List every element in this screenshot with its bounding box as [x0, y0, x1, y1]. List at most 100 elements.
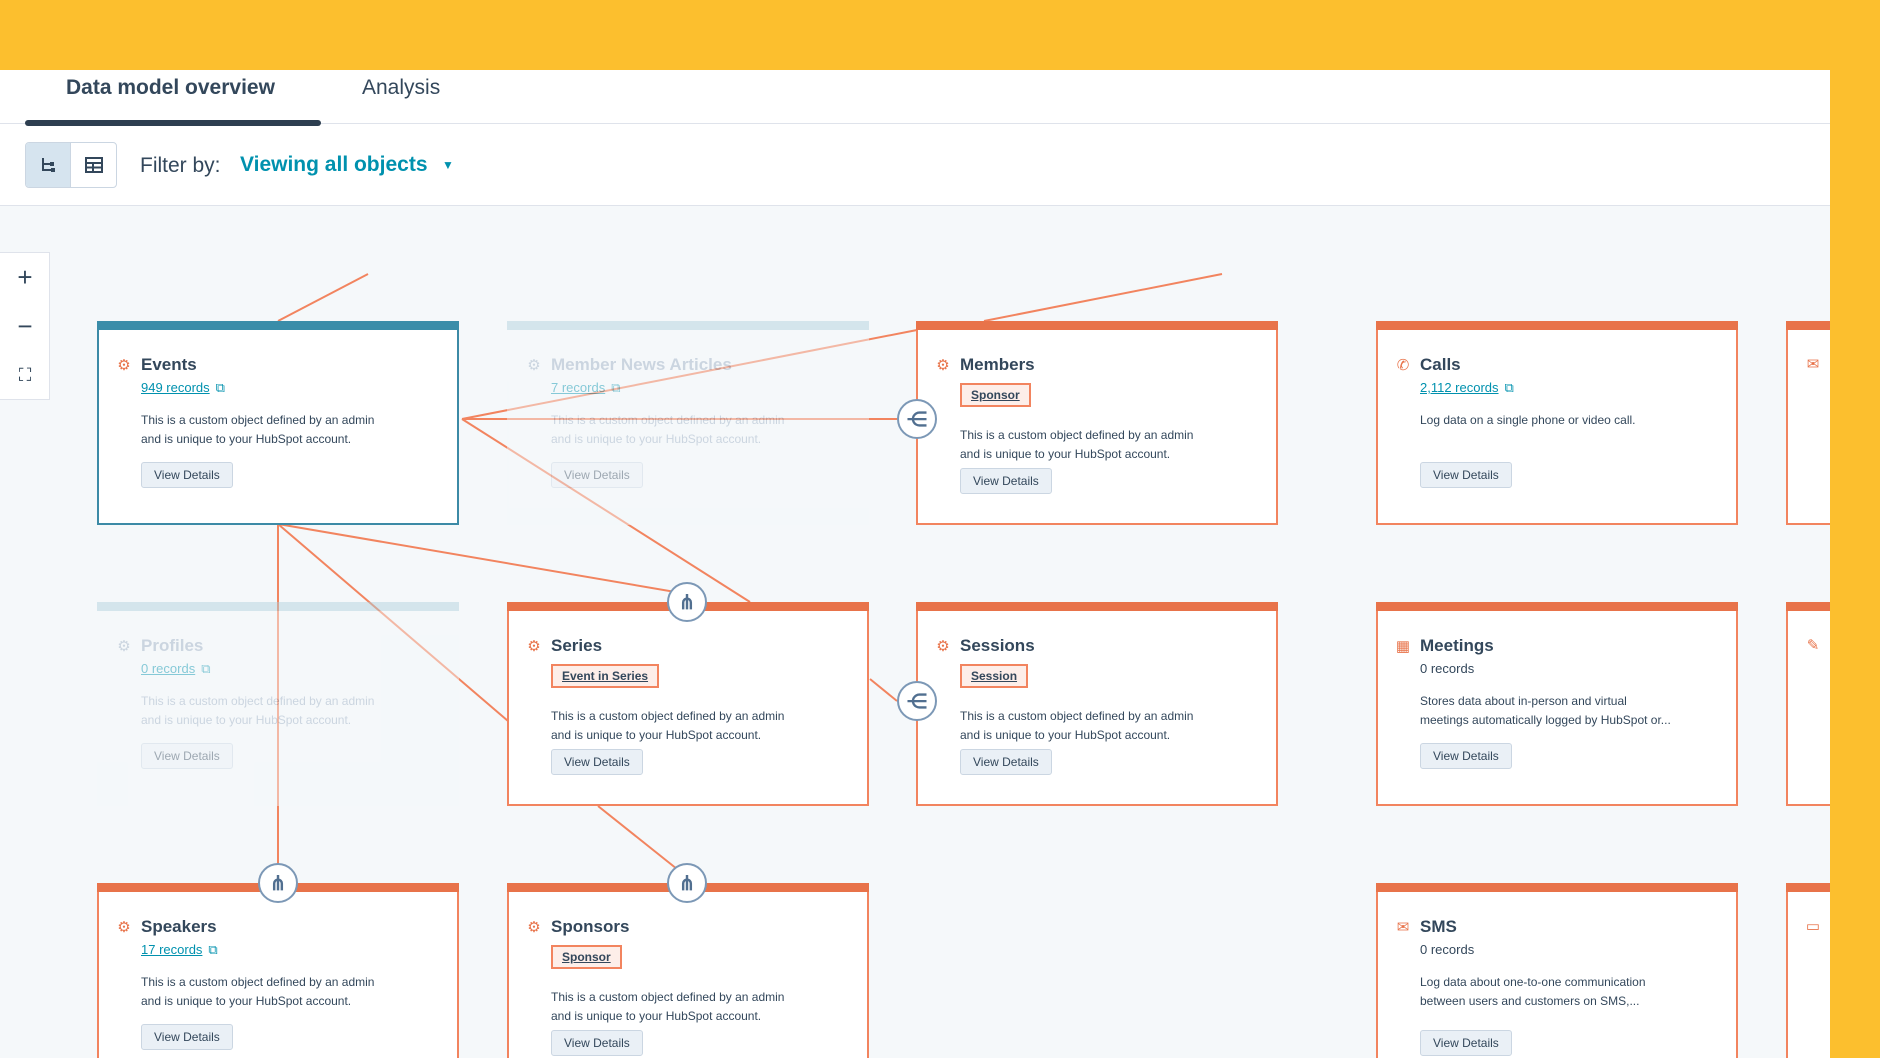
filter-dropdown[interactable]: Viewing all objects — [240, 153, 428, 177]
tab-analysis[interactable]: Analysis — [362, 70, 440, 124]
card-title: Series — [551, 636, 603, 655]
object-card-events[interactable]: ⚙ Events 949 records ⧉ This is a custom ob… — [97, 321, 459, 525]
chat-icon: ✉ — [1396, 919, 1410, 936]
view-details-button[interactable]: View Details — [1420, 462, 1512, 488]
view-details-button[interactable]: View Details — [960, 749, 1052, 775]
many-to-many-node-icon[interactable]: ⋔ — [258, 863, 298, 903]
card-title: SMS — [1420, 917, 1457, 936]
table-icon — [84, 157, 103, 173]
object-card-profiles[interactable]: ⚙ Profiles 0 records ⧉ This is a custom ob… — [97, 602, 459, 806]
association-label-badge: Event in Series — [551, 664, 660, 688]
association-line — [983, 273, 1223, 322]
view-details-button[interactable]: View Details — [551, 749, 643, 775]
tree-view-button[interactable] — [26, 143, 72, 187]
custom-object-icon: ⚙ — [936, 357, 950, 374]
card-title: Sessions — [960, 636, 1035, 655]
object-card-member-news-articles[interactable]: ⚙ Member News Articles 7 records ⧉ This is… — [507, 321, 869, 525]
view-details-button[interactable]: View Details — [141, 462, 233, 488]
filter-label: Filter by: — [140, 154, 221, 177]
zoom-in-button[interactable]: + — [0, 253, 50, 302]
data-model-canvas[interactable]: + − ⛶ ⚙ Events 949 records ⧉ This is a cus… — [0, 206, 1830, 1058]
association-line — [869, 678, 898, 702]
object-card-members[interactable]: ⚙ Members Sponsor This is a custom object… — [916, 321, 1278, 525]
card-title: Meetings — [1420, 636, 1494, 655]
card-title: Events — [141, 355, 197, 374]
object-card-sponsors[interactable]: ⚙ Sponsors Sponsor This is a custom objec… — [507, 883, 869, 1058]
card-description: Stores data about in-person and virtual m… — [1420, 694, 1671, 727]
view-details-button[interactable]: View Details — [141, 743, 233, 769]
external-link-icon: ⧉ — [611, 380, 621, 395]
card-title: Speakers — [141, 917, 217, 936]
records-link[interactable]: 949 records ⧉ — [141, 380, 225, 396]
object-card-meetings[interactable]: ▦ Meetings 0 records Stores data about in… — [1376, 602, 1738, 806]
document-icon: ▭ — [1805, 918, 1821, 935]
custom-object-icon: ⚙ — [117, 919, 131, 936]
view-details-button[interactable]: View Details — [551, 1030, 643, 1056]
external-link-icon: ⧉ — [208, 942, 218, 957]
records-count: 0 records — [1420, 942, 1475, 957]
caret-down-icon[interactable]: ▼ — [442, 158, 454, 172]
card-title: Members — [960, 355, 1035, 374]
external-link-icon: ⧉ — [215, 380, 225, 395]
records-link[interactable]: 7 records ⧉ — [551, 380, 621, 396]
object-card-partial[interactable]: ✉ — [1786, 321, 1830, 525]
card-description: This is a custom object defined by an ad… — [960, 709, 1194, 742]
data-model-app: Data model overview Analysis Filter by: … — [0, 70, 1830, 1058]
custom-object-icon: ⚙ — [527, 919, 541, 936]
toolbar: Filter by: Viewing all objects ▼ — [0, 124, 1830, 206]
calendar-icon: ▦ — [1395, 638, 1411, 655]
tab-bar: Data model overview Analysis — [0, 70, 1830, 126]
card-description: Log data on a single phone or video call… — [1420, 413, 1636, 427]
object-card-partial[interactable]: ▭ — [1786, 883, 1830, 1058]
records-link[interactable]: 17 records ⧉ — [141, 942, 218, 958]
view-mode-toggle — [25, 142, 117, 188]
card-title: Member News Articles — [551, 355, 732, 374]
tab-data-model-overview[interactable]: Data model overview — [66, 70, 275, 124]
table-view-button[interactable] — [71, 143, 116, 187]
external-link-icon: ⧉ — [201, 661, 211, 676]
custom-object-icon: ⚙ — [936, 638, 950, 655]
one-to-many-node-icon[interactable]: ⋲ — [897, 399, 937, 439]
custom-object-icon: ⚙ — [527, 638, 541, 655]
object-card-sessions[interactable]: ⚙ Sessions Session This is a custom objec… — [916, 602, 1278, 806]
card-description: This is a custom object defined by an ad… — [141, 694, 375, 727]
association-line — [277, 273, 369, 322]
card-description: This is a custom object defined by an ad… — [141, 975, 375, 1008]
view-details-button[interactable]: View Details — [551, 462, 643, 488]
records-count: 0 records — [1420, 661, 1475, 676]
view-details-button[interactable]: View Details — [960, 468, 1052, 494]
card-title: Calls — [1420, 355, 1461, 374]
association-label-badge: Sponsor — [960, 383, 1031, 407]
custom-object-icon: ⚙ — [117, 638, 131, 655]
card-description: This is a custom object defined by an ad… — [141, 413, 375, 446]
one-to-many-node-icon[interactable]: ⋲ — [897, 681, 937, 721]
phone-icon: ✆ — [1396, 357, 1410, 374]
card-title: Sponsors — [551, 917, 630, 936]
card-description: This is a custom object defined by an ad… — [551, 709, 785, 742]
fit-screen-button[interactable]: ⛶ — [0, 351, 50, 400]
object-card-partial[interactable]: ✎ — [1786, 602, 1830, 806]
object-card-calls[interactable]: ✆ Calls 2,112 records ⧉ Log data on a sing… — [1376, 321, 1738, 525]
many-to-many-node-icon[interactable]: ⋔ — [667, 582, 707, 622]
association-label-badge: Session — [960, 664, 1029, 688]
association-line — [277, 523, 688, 595]
many-to-many-node-icon[interactable]: ⋔ — [667, 863, 707, 903]
custom-object-icon: ⚙ — [117, 357, 131, 374]
view-details-button[interactable]: View Details — [1420, 1030, 1512, 1056]
card-description: This is a custom object defined by an ad… — [551, 413, 785, 446]
object-card-series[interactable]: ⚙ Series Event in Series This is a custom… — [507, 602, 869, 806]
card-title: Profiles — [141, 636, 204, 655]
external-link-icon: ⧉ — [1504, 380, 1514, 395]
object-card-speakers[interactable]: ⚙ Speakers 17 records ⧉ This is a custom o… — [97, 883, 459, 1058]
association-label-badge: Sponsor — [551, 945, 622, 969]
records-link[interactable]: 2,112 records ⧉ — [1420, 380, 1514, 396]
view-details-button[interactable]: View Details — [1420, 743, 1512, 769]
tree-icon — [42, 158, 55, 172]
view-details-button[interactable]: View Details — [141, 1024, 233, 1050]
records-link[interactable]: 0 records ⧉ — [141, 661, 211, 677]
card-description: Log data about one-to-one communication b… — [1420, 975, 1646, 1008]
edit-icon: ✎ — [1806, 637, 1820, 654]
zoom-out-button[interactable]: − — [0, 302, 50, 351]
object-card-sms[interactable]: ✉ SMS 0 records Log data about one-to-one… — [1376, 883, 1738, 1058]
email-icon: ✉ — [1806, 356, 1820, 373]
